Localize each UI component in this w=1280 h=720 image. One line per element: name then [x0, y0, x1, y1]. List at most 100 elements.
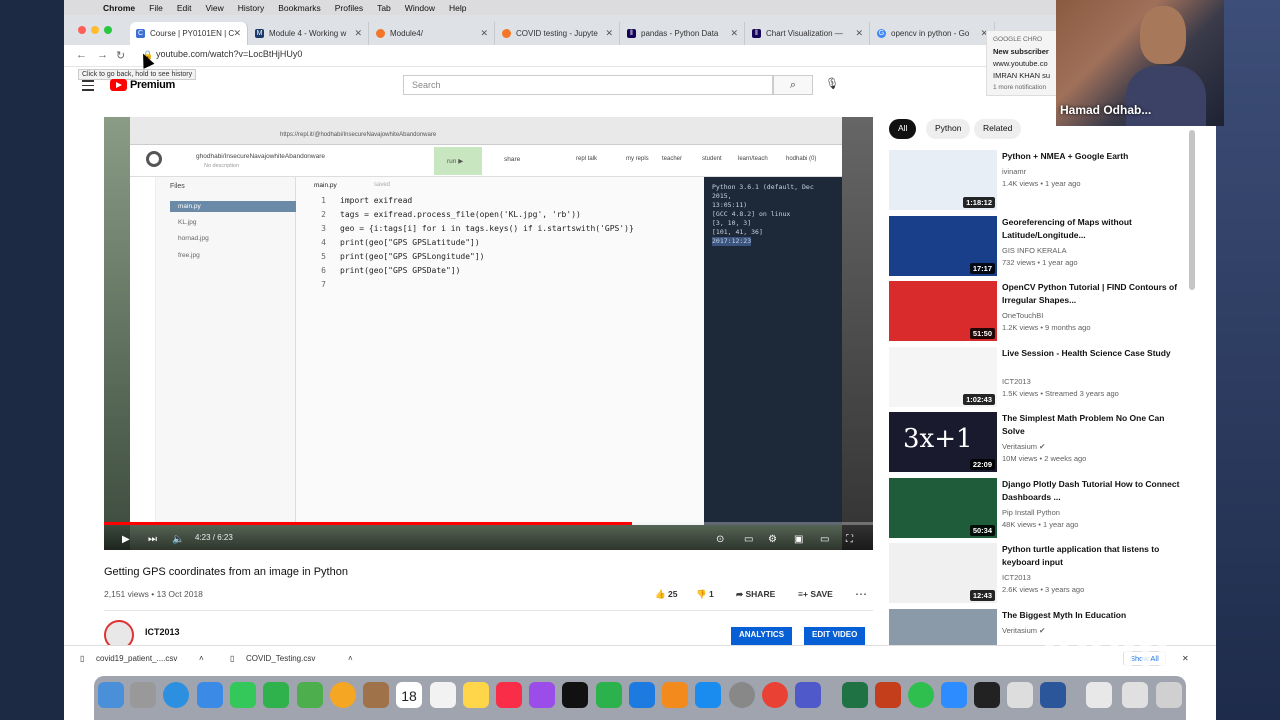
calendar-icon[interactable]: 18 [396, 682, 422, 708]
menu-view[interactable]: View [205, 3, 223, 13]
keynote-icon[interactable] [629, 682, 655, 708]
save-button[interactable]: ≡+ SAVE [798, 589, 833, 599]
recommendation-title[interactable]: Django Plotly Dash Tutorial How to Conne… [1002, 478, 1182, 504]
menu-bookmarks[interactable]: Bookmarks [278, 3, 321, 13]
numbers-icon[interactable] [596, 682, 622, 708]
close-tab-icon[interactable]: ✕ [730, 28, 738, 39]
video-thumbnail[interactable]: 51:50 [889, 281, 997, 341]
search-button[interactable]: ⌕ [773, 75, 813, 95]
download-menu-icon[interactable]: ˄ [199, 654, 204, 663]
autoplay-toggle-icon[interactable]: ⊙ [716, 534, 724, 545]
system-preferences-icon[interactable] [729, 682, 755, 708]
menu-app[interactable]: Chrome [103, 3, 135, 13]
settings-gear-icon[interactable]: ⚙ [768, 534, 777, 545]
theater-mode-icon[interactable]: ▭ [820, 534, 829, 545]
video-thumbnail[interactable]: 1:18:12 [889, 150, 997, 210]
back-arrow-icon[interactable]: ← [76, 49, 87, 61]
activity-icon[interactable] [908, 682, 934, 708]
recommendation-title[interactable]: OpenCV Python Tutorial | FIND Contours o… [1002, 281, 1182, 307]
recommendation-channel[interactable]: Veritasium ✔ [1002, 442, 1045, 451]
recommendation-item[interactable]: 50:34 Django Plotly Dash Tutorial How to… [889, 478, 1189, 538]
close-tab-icon[interactable]: ✕ [855, 28, 863, 39]
recommendation-title[interactable]: Python turtle application that listens t… [1002, 543, 1182, 569]
recommendation-channel[interactable]: OneTouchBI [1002, 311, 1043, 320]
recommendation-item[interactable]: 12:43 Python turtle application that lis… [889, 543, 1189, 603]
miniplayer-icon[interactable]: ▣ [794, 534, 803, 545]
excel-icon[interactable] [842, 682, 868, 708]
recommendation-title[interactable]: The Simplest Math Problem No One Can Sol… [1002, 412, 1182, 438]
recommendation-item[interactable]: 1:18:12 Python + NMEA + Google Earth ivi… [889, 150, 1189, 210]
volume-icon[interactable]: 🔈 [172, 534, 184, 545]
textedit-icon[interactable] [1007, 682, 1033, 708]
tab-chart-visualization[interactable]: ‖ Chart Visualization — ✕ [746, 22, 870, 45]
menu-profiles[interactable]: Profiles [335, 3, 363, 13]
recommendation-item[interactable]: 1:02:43 Live Session - Health Science Ca… [889, 347, 1189, 407]
terminal-icon[interactable] [974, 682, 1000, 708]
edit-video-button[interactable]: EDIT VIDEO [804, 627, 866, 647]
video-thumbnail[interactable]: 1:02:43 [889, 347, 997, 407]
tab-module4-jupyter[interactable]: Module4/ ✕ [370, 22, 495, 45]
app-store-icon[interactable] [695, 682, 721, 708]
downloads-folder-icon[interactable] [1122, 682, 1148, 708]
play-icon[interactable]: ▶ [122, 534, 130, 545]
music-icon[interactable] [496, 682, 522, 708]
channel-name[interactable]: ICT2013 [145, 627, 180, 637]
download-item[interactable]: COVID_Testing.csv [246, 654, 315, 663]
chip-python[interactable]: Python [926, 119, 971, 139]
notes-icon[interactable] [463, 682, 489, 708]
zoom-icon[interactable] [941, 682, 967, 708]
recommendation-channel[interactable]: ivinamr [1002, 167, 1026, 176]
tab-module-4[interactable]: M Module 4 - Working w ✕ [249, 22, 369, 45]
more-options-icon[interactable]: ⋯ [855, 587, 867, 601]
recommendation-title[interactable]: Georeferencing of Maps without Latitude/… [1002, 216, 1182, 242]
share-button[interactable]: ➦ SHARE [736, 589, 775, 600]
next-icon[interactable]: ⏭ [148, 534, 157, 545]
video-thumbnail[interactable]: 50:34 [889, 478, 997, 538]
forward-arrow-icon[interactable]: → [97, 49, 108, 61]
recommendation-channel[interactable]: ICT2013 [1002, 377, 1031, 386]
menu-file[interactable]: File [149, 3, 163, 13]
search-input[interactable]: Search [403, 75, 773, 95]
recommendation-item[interactable]: 3x+1 22:09 The Simplest Math Problem No … [889, 412, 1189, 472]
youtube-logo[interactable]: Premium [110, 79, 175, 91]
tab-opencv-search[interactable]: G opencv in python - Go ✕ [871, 22, 995, 45]
analytics-button[interactable]: ANALYTICS [731, 627, 793, 647]
tv-icon[interactable] [562, 682, 588, 708]
download-menu-icon[interactable]: ˄ [348, 654, 353, 663]
tab-covid-testing[interactable]: COVID testing - Jupyte ✕ [496, 22, 620, 45]
menu-window[interactable]: Window [405, 3, 435, 13]
recommendation-item[interactable]: 51:50 OpenCV Python Tutorial | FIND Cont… [889, 281, 1189, 341]
close-tab-icon[interactable]: ✕ [233, 28, 241, 39]
maps-icon[interactable] [297, 682, 323, 708]
mail-icon[interactable] [197, 682, 223, 708]
chip-all[interactable]: All [889, 119, 917, 139]
messages-icon[interactable] [230, 682, 256, 708]
recommendation-title[interactable]: Live Session - Health Science Case Study [1002, 347, 1182, 360]
video-player[interactable]: https://repl.it/@hodhabi/InsecureNavajow… [104, 117, 873, 550]
dislike-button[interactable]: 👎 1 [696, 589, 714, 600]
recommendation-item[interactable]: 17:17 Georeferencing of Maps without Lat… [889, 216, 1189, 276]
trash-icon[interactable] [1156, 682, 1182, 708]
video-thumbnail[interactable]: 12:43 [889, 543, 997, 603]
safari-icon[interactable] [163, 682, 189, 708]
facetime-icon[interactable] [263, 682, 289, 708]
recommendation-channel[interactable]: GIS INFO KERALA [1002, 246, 1067, 255]
menu-tab[interactable]: Tab [377, 3, 391, 13]
photos-icon[interactable] [330, 682, 356, 708]
recommendation-channel[interactable]: ICT2013 [1002, 573, 1031, 582]
close-tab-icon[interactable]: ✕ [480, 28, 488, 39]
chip-related[interactable]: Related [974, 119, 1022, 139]
maximize-window-button[interactable] [104, 26, 112, 34]
powerpoint-icon[interactable] [875, 682, 901, 708]
launchpad-icon[interactable] [130, 682, 156, 708]
contacts-icon[interactable] [363, 682, 389, 708]
close-tab-icon[interactable]: ✕ [354, 28, 362, 39]
download-item[interactable]: covid19_patient_....csv [96, 654, 177, 663]
teams-icon[interactable] [795, 682, 821, 708]
menu-help[interactable]: Help [449, 3, 466, 13]
documents-folder-icon[interactable] [1086, 682, 1112, 708]
close-downloads-icon[interactable]: ✕ [1182, 654, 1189, 663]
microphone-icon[interactable]: 🎙 [825, 77, 839, 90]
page-scrollbar[interactable] [1189, 130, 1195, 290]
hamburger-menu-icon[interactable] [82, 80, 94, 94]
